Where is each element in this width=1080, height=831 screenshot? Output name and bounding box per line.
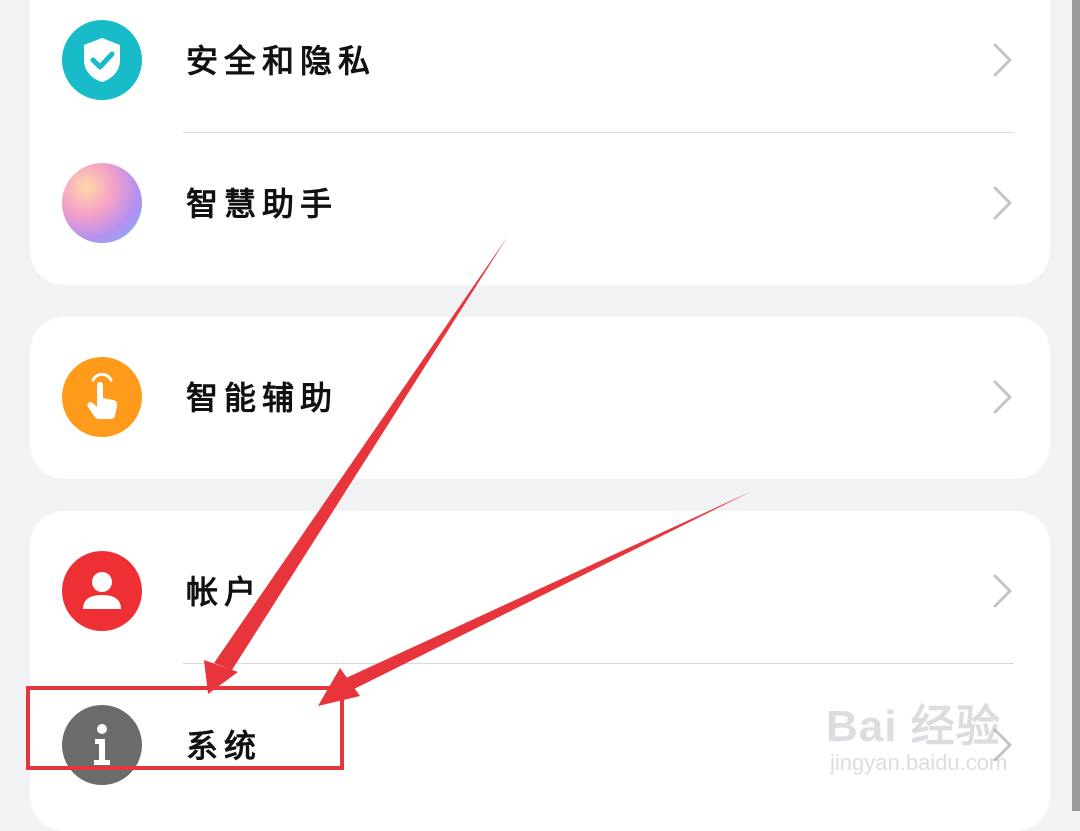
hand-tap-icon: [62, 357, 142, 437]
settings-item-accessibility[interactable]: 智能辅助: [30, 337, 1050, 457]
chevron-right-icon: [993, 380, 1012, 414]
settings-item-security-privacy[interactable]: 安全和隐私: [30, 0, 1050, 120]
info-icon: [62, 705, 142, 785]
settings-card-2: 智能辅助: [30, 317, 1050, 479]
settings-item-label: 智能辅助: [186, 379, 339, 417]
settings-card-3: 帐户 系统: [30, 511, 1050, 831]
settings-item-label: 系统: [186, 727, 263, 765]
settings-card-1: 安全和隐私 智慧助手: [30, 0, 1050, 285]
divider: [183, 663, 1014, 664]
scrollbar[interactable]: [1072, 0, 1080, 811]
chevron-right-icon: [993, 574, 1012, 608]
assistant-orb-icon: [62, 163, 142, 243]
settings-item-account[interactable]: 帐户: [30, 531, 1050, 651]
chevron-right-icon: [993, 728, 1012, 762]
divider: [183, 132, 1014, 133]
chevron-right-icon: [993, 43, 1012, 77]
settings-item-system[interactable]: 系统: [30, 685, 1050, 805]
chevron-right-icon: [993, 186, 1012, 220]
settings-item-smart-assistant[interactable]: 智慧助手: [30, 143, 1050, 263]
settings-item-label: 智慧助手: [186, 185, 339, 223]
shield-check-icon: [62, 20, 142, 100]
settings-item-label: 安全和隐私: [186, 42, 377, 80]
settings-item-label: 帐户: [186, 573, 263, 611]
user-icon: [62, 551, 142, 631]
